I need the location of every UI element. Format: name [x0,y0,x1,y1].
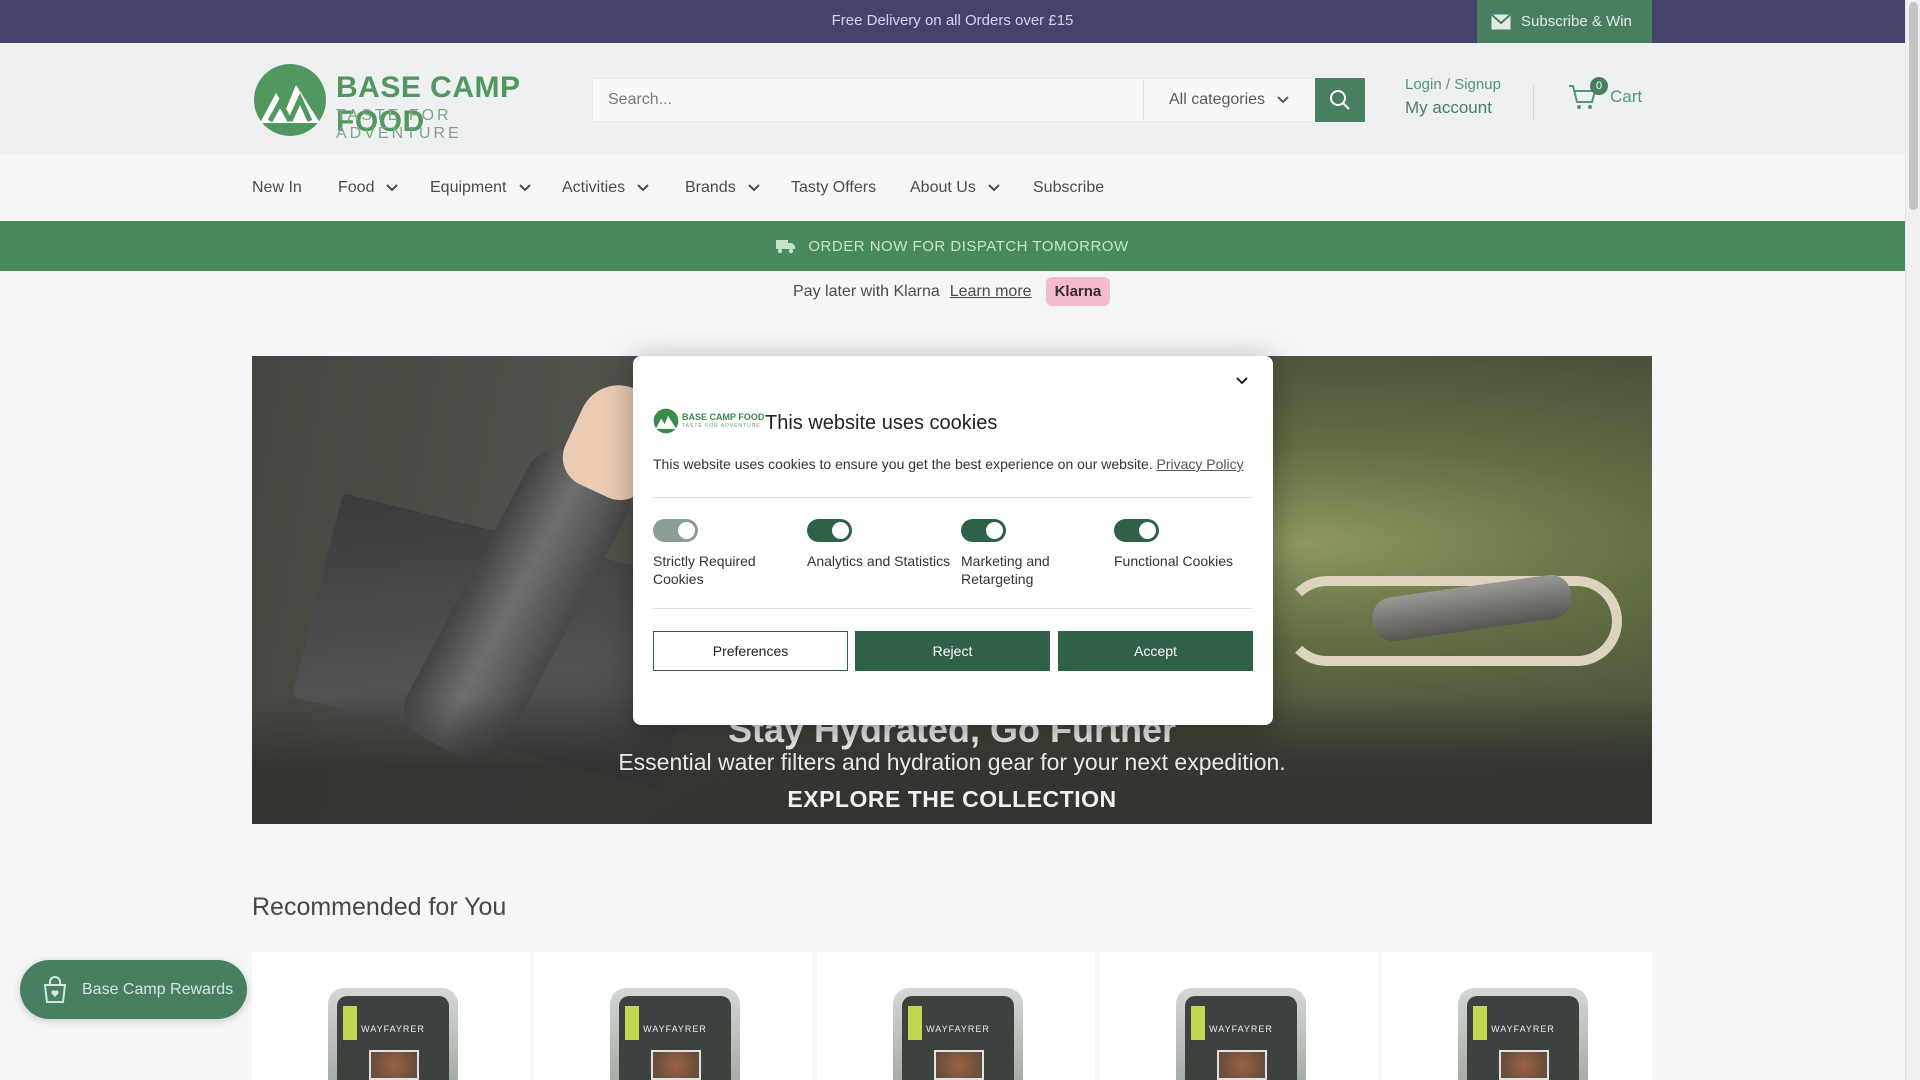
cookie-consent-modal: BASE CAMP FOOD TASTE FOR ADVENTURE This … [633,356,1273,725]
modal-logo-name: BASE CAMP FOOD [682,412,765,422]
toggle-switch[interactable] [1114,519,1159,542]
toggle-analytics: Analytics and Statistics [807,519,952,570]
modal-description: This website uses cookies to ensure you … [653,456,1244,472]
scrollbar-thumb[interactable] [1909,2,1918,210]
toggle-strictly-required: Strictly Required Cookies [653,519,798,588]
modal-description-text: This website uses cookies to ensure you … [653,456,1153,472]
collapse-button[interactable] [1233,372,1251,390]
modal-logo: BASE CAMP FOOD TASTE FOR ADVENTURE [653,408,764,434]
toggle-functional: Functional Cookies [1114,519,1259,570]
toggle-switch [653,519,698,542]
toggle-marketing: Marketing and Retargeting [961,519,1106,588]
mountain-logo-icon [653,408,679,434]
chevron-down-icon [1236,377,1248,385]
modal-logo-tagline: TASTE FOR ADVENTURE [682,423,761,429]
toggle-label: Marketing and Retargeting [961,553,1050,587]
modal-divider [653,608,1253,609]
toggle-label: Functional Cookies [1114,553,1234,569]
modal-title: This website uses cookies [765,412,998,434]
toggle-switch[interactable] [961,519,1006,542]
toggle-label: Analytics and Statistics [807,553,951,569]
page-scrollbar[interactable] [1905,0,1920,1080]
privacy-policy-link[interactable]: Privacy Policy [1157,456,1244,472]
accept-button[interactable]: Accept [1058,631,1253,671]
toggle-label: Strictly Required Cookies [653,553,756,587]
toggle-switch[interactable] [807,519,852,542]
reject-button[interactable]: Reject [855,631,1050,671]
preferences-button[interactable]: Preferences [653,631,848,671]
modal-divider [653,497,1253,498]
